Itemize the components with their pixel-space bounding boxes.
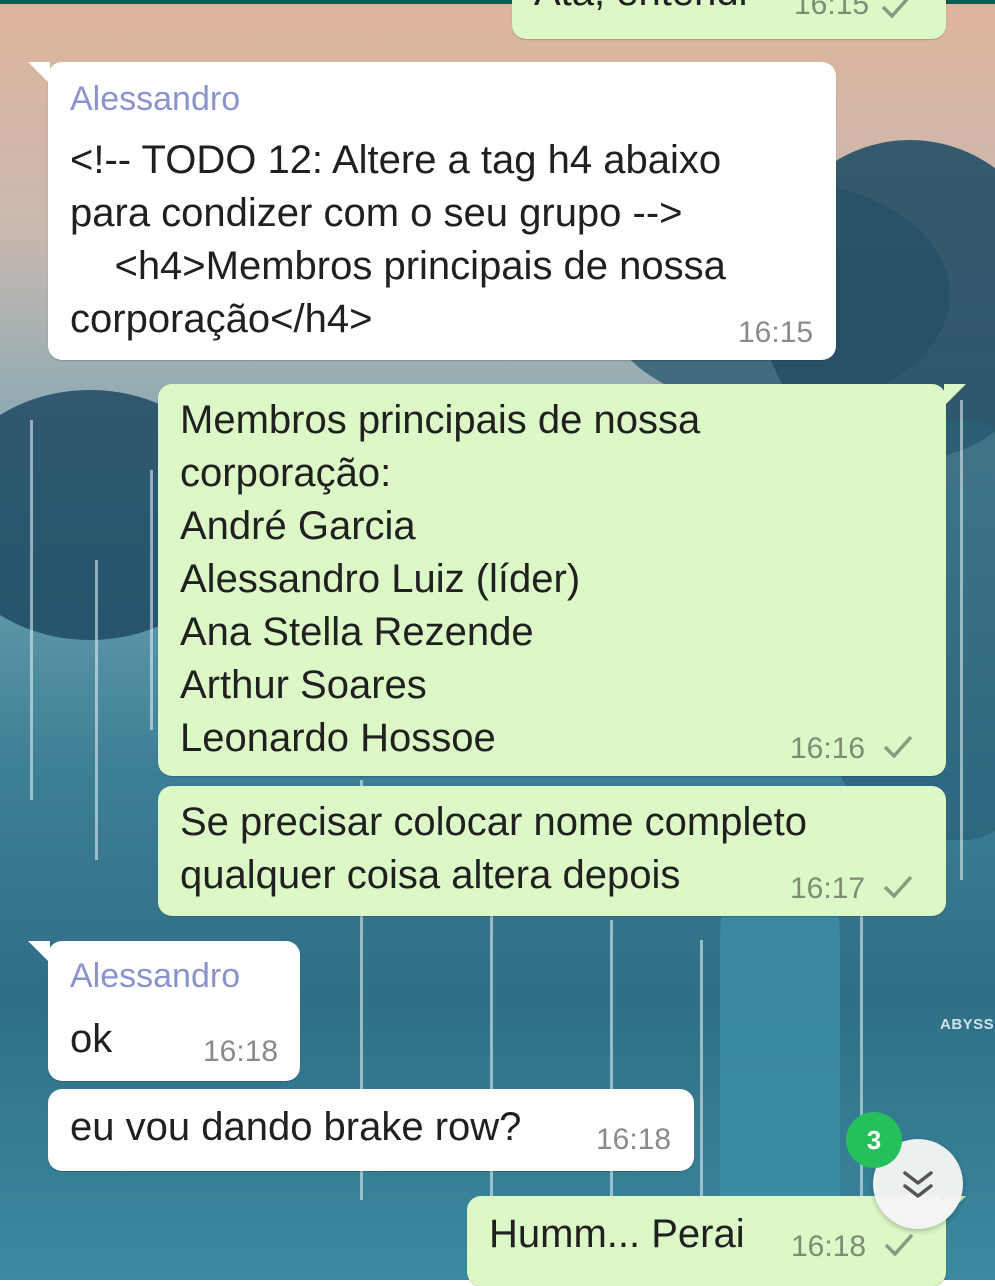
message-text: ok [70, 1017, 113, 1061]
message-time: 16:16 [790, 732, 866, 765]
message-bubble-incoming[interactable]: Alessandro ok 16:18 [28, 941, 300, 1081]
message-bubble-outgoing[interactable]: Se precisar colocar nome completo qualqu… [158, 786, 946, 916]
wallpaper-streak [95, 560, 98, 860]
sent-check-icon [882, 734, 914, 760]
message-time: 16:15 [738, 316, 814, 349]
message-bubble-outgoing[interactable]: Humm... Perai 16:18 [467, 1196, 966, 1286]
message-text: <!-- TODO 12: Altere a tag h4 abaixo par… [70, 138, 726, 341]
message-time: 16:15 [794, 0, 870, 21]
wallpaper-text: ABYSS [940, 1016, 995, 1033]
message-bubble-outgoing[interactable]: Ata, entendi 16:15 [512, 0, 946, 39]
wallpaper-streak [30, 420, 33, 800]
message-bubble-incoming[interactable]: Alessandro <!-- TODO 12: Altere a tag h4… [28, 62, 836, 360]
message-bubble-incoming[interactable]: eu vou dando brake row? 16:18 [48, 1089, 694, 1171]
message-time: 16:18 [791, 1230, 867, 1263]
sender-name: Alessandro [70, 957, 241, 995]
message-text: Membros principais de nossa corporação: … [180, 398, 701, 760]
message-text: Humm... Perai [489, 1212, 745, 1256]
sender-name: Alessandro [70, 80, 241, 118]
unread-count-badge: 3 [846, 1112, 902, 1168]
message-bubble-outgoing[interactable]: Membros principais de nossa corporação: … [158, 384, 966, 776]
double-chevron-down-icon [903, 1171, 933, 1198]
sent-check-icon [880, 0, 912, 20]
message-text: eu vou dando brake row? [70, 1105, 522, 1149]
sent-check-icon [882, 874, 914, 900]
wallpaper-streak [150, 470, 153, 730]
message-time: 16:18 [596, 1123, 672, 1156]
wallpaper-streak [960, 400, 963, 880]
message-time: 16:18 [203, 1035, 279, 1068]
sent-check-icon [883, 1232, 915, 1258]
message-text: Ata, entendi [534, 0, 748, 19]
message-time: 16:17 [790, 872, 866, 905]
